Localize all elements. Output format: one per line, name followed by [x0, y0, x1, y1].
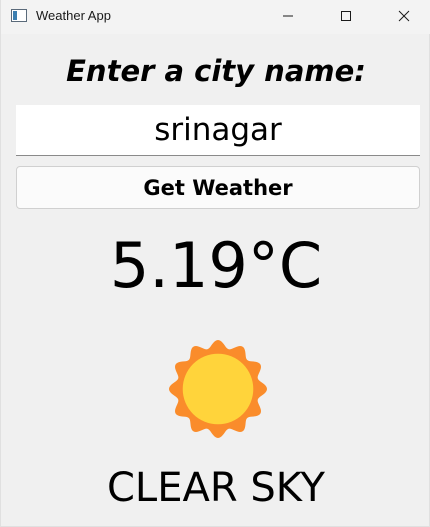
close-icon	[398, 10, 410, 22]
window-title: Weather App	[36, 8, 111, 23]
minimize-icon	[283, 15, 293, 17]
maximize-button[interactable]	[323, 0, 369, 32]
weather-app-window: Weather App Enter a city name: Get Weath…	[0, 0, 430, 527]
minimize-button[interactable]	[265, 0, 311, 32]
temperature-label: 5.19°C	[109, 229, 323, 302]
get-weather-button[interactable]: Get Weather	[16, 166, 420, 209]
app-window-icon	[11, 9, 27, 22]
close-button[interactable]	[381, 0, 427, 32]
title-bar[interactable]: Weather App	[1, 0, 430, 34]
city-prompt-label: Enter a city name:	[66, 54, 366, 88]
maximize-icon	[341, 11, 351, 21]
weather-description: CLEAR SKY	[107, 465, 325, 511]
sun-icon	[169, 340, 267, 438]
city-input[interactable]	[16, 105, 420, 156]
